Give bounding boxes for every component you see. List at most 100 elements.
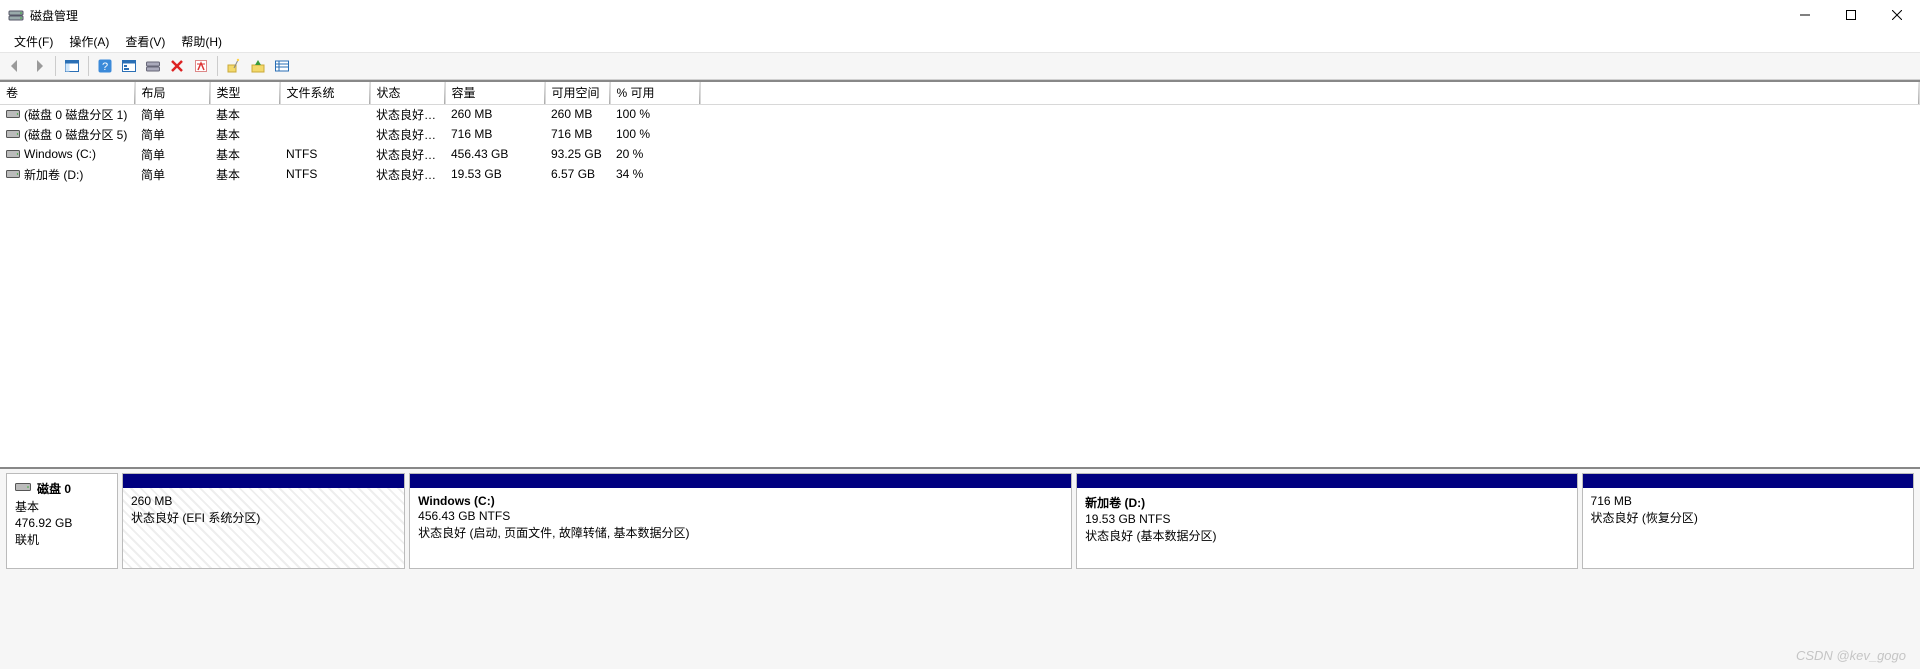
cell-filesystem: NTFS <box>280 164 370 184</box>
app-icon <box>8 7 24 23</box>
partition-body: 260 MB状态良好 (EFI 系统分区) <box>123 488 404 568</box>
partition-size: 716 MB <box>1591 494 1905 508</box>
close-button[interactable] <box>1874 0 1920 30</box>
partition[interactable]: 716 MB状态良好 (恢复分区) <box>1582 473 1914 569</box>
disk-graphical-pane[interactable]: 磁盘 0 基本 476.92 GB 联机 260 MB状态良好 (EFI 系统分… <box>0 469 1920 669</box>
cell-volume: Windows (C:) <box>24 147 96 161</box>
cell-layout: 简单 <box>135 164 210 184</box>
minimize-button[interactable] <box>1782 0 1828 30</box>
refresh-button[interactable] <box>142 55 164 77</box>
volume-table: 卷 布局 类型 文件系统 状态 容量 可用空间 % 可用 (磁盘 0 磁盘分区 … <box>0 82 1920 184</box>
cell-capacity: 456.43 GB <box>445 144 545 164</box>
partition-size: 260 MB <box>131 494 396 508</box>
cell-filesystem <box>280 104 370 124</box>
disk-status: 联机 <box>15 531 109 548</box>
svg-text:?: ? <box>102 61 108 73</box>
partition-size: 19.53 GB NTFS <box>1085 512 1568 526</box>
cell-pctfree: 34 % <box>610 164 700 184</box>
partition[interactable]: Windows (C:)456.43 GB NTFS状态良好 (启动, 页面文件… <box>409 473 1072 569</box>
partition-strip: 260 MB状态良好 (EFI 系统分区)Windows (C:)456.43 … <box>122 473 1914 569</box>
volume-list[interactable]: 卷 布局 类型 文件系统 状态 容量 可用空间 % 可用 (磁盘 0 磁盘分区 … <box>0 82 1920 469</box>
partition-color-bar <box>123 474 404 488</box>
cell-layout: 简单 <box>135 124 210 144</box>
partition-title: Windows (C:) <box>418 494 1063 508</box>
settings-button[interactable] <box>118 55 140 77</box>
col-capacity[interactable]: 容量 <box>445 82 545 104</box>
cell-filesystem: NTFS <box>280 144 370 164</box>
cell-volume: (磁盘 0 磁盘分区 1) <box>24 106 127 123</box>
cell-capacity: 260 MB <box>445 104 545 124</box>
partition-color-bar <box>1583 474 1913 488</box>
menu-file[interactable]: 文件(F) <box>6 30 61 52</box>
col-type[interactable]: 类型 <box>210 82 280 104</box>
partition-color-bar <box>410 474 1071 488</box>
titlebar: 磁盘管理 <box>0 0 1920 30</box>
cell-status: 状态良好 (... <box>370 124 445 144</box>
content: 卷 布局 类型 文件系统 状态 容量 可用空间 % 可用 (磁盘 0 磁盘分区 … <box>0 80 1920 669</box>
partition-body: Windows (C:)456.43 GB NTFS状态良好 (启动, 页面文件… <box>410 488 1071 568</box>
partition-title: 新加卷 (D:) <box>1085 494 1568 511</box>
column-header-row: 卷 布局 类型 文件系统 状态 容量 可用空间 % 可用 <box>0 82 1920 104</box>
cell-layout: 简单 <box>135 144 210 164</box>
window-title: 磁盘管理 <box>30 7 78 24</box>
volume-icon <box>6 109 20 119</box>
show-hide-console-tree-button[interactable] <box>61 55 83 77</box>
cell-volume: 新加卷 (D:) <box>24 166 83 183</box>
maximize-button[interactable] <box>1828 0 1874 30</box>
partition-status: 状态良好 (恢复分区) <box>1591 509 1905 526</box>
menu-view[interactable]: 查看(V) <box>117 30 173 52</box>
cell-freespace: 716 MB <box>545 124 610 144</box>
toolbar-separator <box>55 56 56 76</box>
cell-type: 基本 <box>210 104 280 124</box>
cell-filesystem <box>280 124 370 144</box>
col-volume[interactable]: 卷 <box>0 82 135 104</box>
menu-help[interactable]: 帮助(H) <box>173 30 230 52</box>
col-status[interactable]: 状态 <box>370 82 445 104</box>
col-pctfree[interactable]: % 可用 <box>610 82 700 104</box>
titlebar-left: 磁盘管理 <box>8 7 78 24</box>
disk-icon <box>15 481 31 496</box>
up-button[interactable] <box>247 55 269 77</box>
list-button[interactable] <box>271 55 293 77</box>
delete-button[interactable] <box>166 55 188 77</box>
disk-row: 磁盘 0 基本 476.92 GB 联机 260 MB状态良好 (EFI 系统分… <box>0 473 1920 569</box>
cell-status: 状态良好 (... <box>370 164 445 184</box>
disk-size: 476.92 GB <box>15 516 109 530</box>
col-freespace[interactable]: 可用空间 <box>545 82 610 104</box>
volume-icon <box>6 129 20 139</box>
toolbar-separator <box>217 56 218 76</box>
wizard-button[interactable] <box>223 55 245 77</box>
partition-size: 456.43 GB NTFS <box>418 509 1063 523</box>
col-filesystem[interactable]: 文件系统 <box>280 82 370 104</box>
toolbar-separator <box>88 56 89 76</box>
cell-pctfree: 20 % <box>610 144 700 164</box>
disk-header-title: 磁盘 0 <box>15 480 109 497</box>
disk-name: 磁盘 0 <box>37 480 71 497</box>
help-button[interactable]: ? <box>94 55 116 77</box>
toolbar: ? <box>0 52 1920 80</box>
properties-button[interactable] <box>190 55 212 77</box>
forward-button[interactable] <box>28 55 50 77</box>
cell-capacity: 716 MB <box>445 124 545 144</box>
disk-header[interactable]: 磁盘 0 基本 476.92 GB 联机 <box>6 473 118 569</box>
partition-status: 状态良好 (基本数据分区) <box>1085 527 1568 544</box>
col-layout[interactable]: 布局 <box>135 82 210 104</box>
partition[interactable]: 新加卷 (D:)19.53 GB NTFS状态良好 (基本数据分区) <box>1076 473 1577 569</box>
menu-action[interactable]: 操作(A) <box>61 30 117 52</box>
cell-freespace: 93.25 GB <box>545 144 610 164</box>
back-button[interactable] <box>4 55 26 77</box>
table-row[interactable]: Windows (C:)简单基本NTFS状态良好 (...456.43 GB93… <box>0 144 1920 164</box>
table-row[interactable]: (磁盘 0 磁盘分区 5)简单基本状态良好 (...716 MB716 MB10… <box>0 124 1920 144</box>
cell-status: 状态良好 (... <box>370 104 445 124</box>
volume-icon <box>6 169 20 179</box>
partition-body: 新加卷 (D:)19.53 GB NTFS状态良好 (基本数据分区) <box>1077 488 1576 568</box>
partition[interactable]: 260 MB状态良好 (EFI 系统分区) <box>122 473 405 569</box>
cell-pctfree: 100 % <box>610 104 700 124</box>
col-filler <box>700 82 1920 104</box>
table-row[interactable]: 新加卷 (D:)简单基本NTFS状态良好 (...19.53 GB6.57 GB… <box>0 164 1920 184</box>
menubar: 文件(F) 操作(A) 查看(V) 帮助(H) <box>0 30 1920 52</box>
cell-layout: 简单 <box>135 104 210 124</box>
table-row[interactable]: (磁盘 0 磁盘分区 1)简单基本状态良好 (...260 MB260 MB10… <box>0 104 1920 124</box>
cell-capacity: 19.53 GB <box>445 164 545 184</box>
cell-type: 基本 <box>210 164 280 184</box>
